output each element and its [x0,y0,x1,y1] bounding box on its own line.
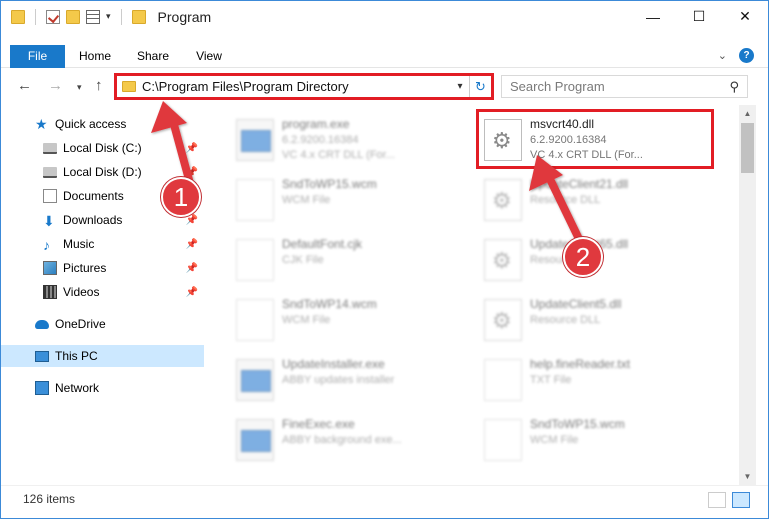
annotation-badge-1: 1 [161,177,201,217]
annotation-arrows [151,101,583,243]
arrow-1 [151,101,195,191]
explorer-window: ▾ Program — ☐ ✕ File Home Share View ⌄ ?… [0,0,769,519]
arrow-2 [529,155,583,243]
annotation-badge-2: 2 [563,237,603,277]
